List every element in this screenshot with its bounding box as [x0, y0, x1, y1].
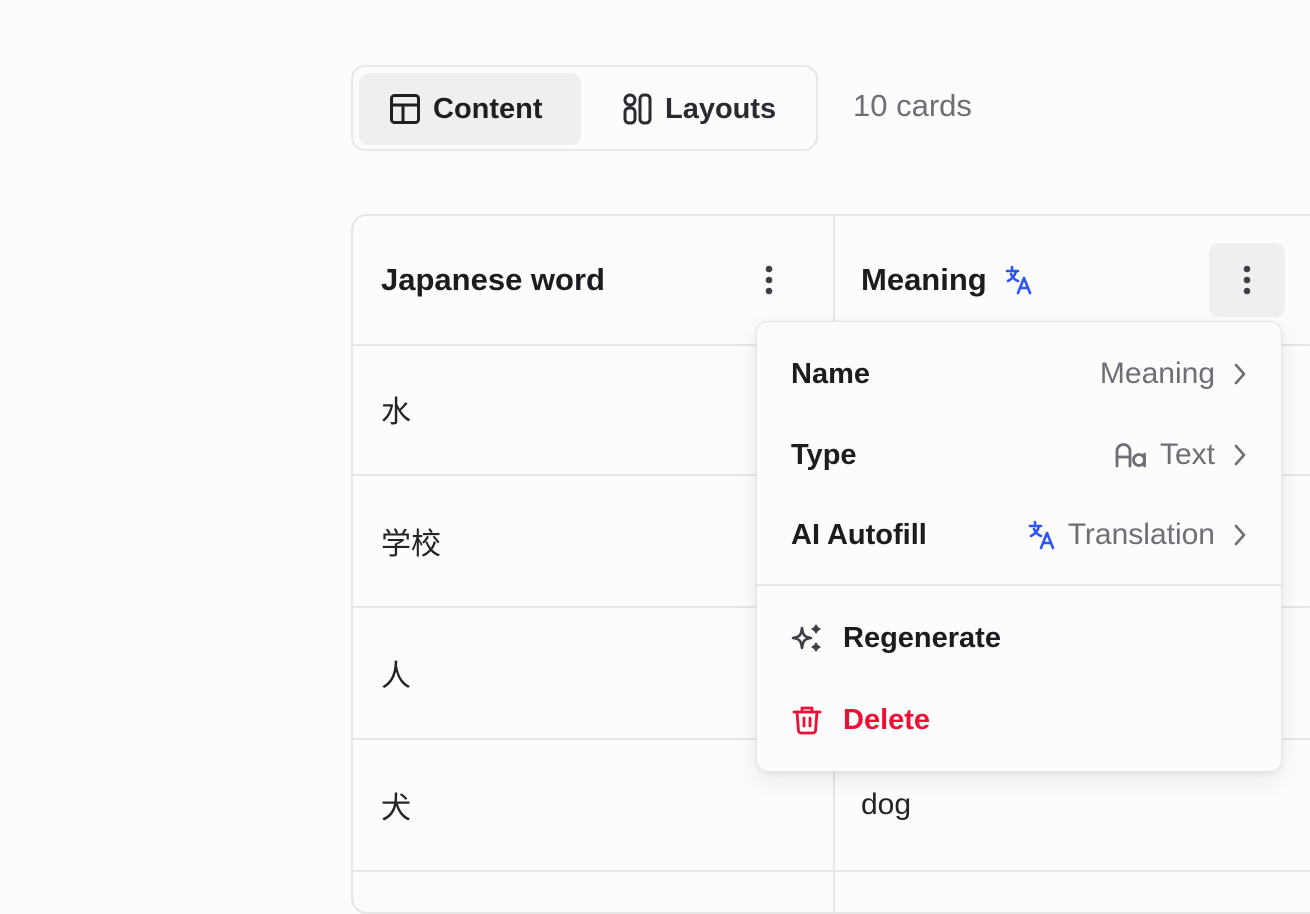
menu-item-label: Regenerate	[843, 621, 1001, 654]
menu-item-ai-autofill[interactable]: AI Autofill Translation	[757, 495, 1281, 575]
menu-item-label: Delete	[843, 703, 931, 736]
cell-japanese-word[interactable]: 犬	[381, 740, 411, 870]
menu-item-delete[interactable]: Delete	[757, 680, 1281, 760]
menu-item-label: Name	[791, 357, 870, 390]
column-header-japanese-word[interactable]: Japanese word	[381, 216, 605, 344]
translate-icon	[1005, 265, 1032, 295]
text-type-icon	[1115, 443, 1146, 468]
view-switcher: Content Layouts	[351, 65, 818, 151]
menu-item-value: Translation	[1028, 518, 1215, 552]
column-title: Japanese word	[381, 262, 605, 297]
cell-japanese-word[interactable]: 学校	[381, 476, 441, 606]
more-vertical-icon	[1243, 265, 1251, 295]
card-count: 10 cards	[853, 88, 972, 123]
trash-icon	[792, 706, 822, 735]
more-vertical-icon	[765, 265, 773, 295]
column-title: Meaning	[861, 262, 987, 297]
type-value: Text	[1159, 438, 1215, 471]
menu-item-type[interactable]: Type Text	[757, 415, 1281, 495]
chevron-right-icon	[1233, 443, 1247, 467]
column-menu-button[interactable]	[731, 243, 807, 317]
cell-japanese-word[interactable]: 人	[381, 608, 411, 738]
tab-layouts-label: Layouts	[665, 92, 777, 125]
name-value: Meaning	[1099, 357, 1215, 390]
layouts-icon	[623, 93, 652, 125]
menu-item-regenerate[interactable]: Regenerate	[757, 598, 1281, 678]
chevron-right-icon	[1233, 523, 1247, 547]
table-icon	[390, 94, 420, 124]
tab-content-label: Content	[433, 92, 543, 125]
menu-item-label: Type	[791, 438, 857, 471]
menu-item-label: AI Autofill	[791, 518, 927, 551]
sparkles-icon	[791, 624, 821, 652]
autofill-value: Translation	[1067, 518, 1215, 551]
menu-item-value: Text	[1114, 438, 1215, 472]
tab-content[interactable]: Content	[359, 73, 581, 145]
column-options-menu: Name Meaning Type Text AI Autofill Trans…	[756, 321, 1282, 772]
tab-layouts[interactable]: Layouts	[599, 73, 809, 145]
menu-item-value: Meaning	[1100, 357, 1215, 391]
column-menu-button-active[interactable]	[1209, 243, 1285, 317]
cell-japanese-word[interactable]: 水	[381, 344, 411, 474]
translate-icon	[1028, 520, 1055, 550]
menu-divider	[757, 584, 1281, 586]
menu-item-name[interactable]: Name Meaning	[757, 334, 1281, 414]
chevron-right-icon	[1233, 362, 1247, 386]
